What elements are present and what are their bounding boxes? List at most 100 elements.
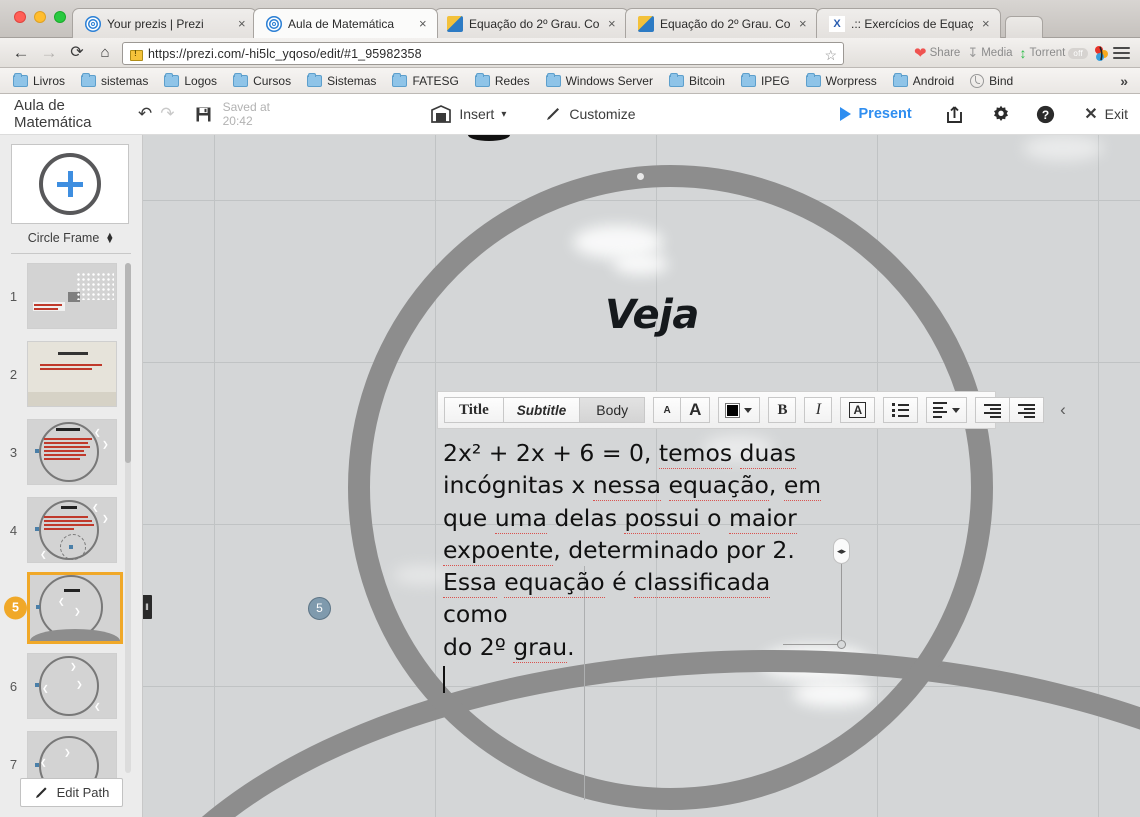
list-item[interactable]: 1	[0, 257, 143, 335]
share-extension[interactable]: ❤ Share	[912, 44, 962, 62]
home-icon[interactable]: ⌂	[94, 42, 116, 64]
close-icon[interactable]: ×	[982, 17, 990, 30]
settings-button[interactable]	[990, 100, 1012, 128]
frame-handle-dot[interactable]	[637, 173, 644, 180]
customize-menu-button[interactable]: Customize	[536, 105, 643, 123]
bookmarks-overflow-icon[interactable]: »	[1114, 73, 1134, 89]
address-bar[interactable]: https://prezi.com/-hi5lc_yqoso/edit/#1_9…	[122, 42, 844, 65]
new-tab-button[interactable]	[1005, 16, 1043, 38]
bookmark-ipeg[interactable]: IPEG	[734, 72, 797, 90]
text-frame-button[interactable]: A	[840, 397, 876, 423]
back-icon[interactable]: ←	[10, 42, 32, 64]
align-button[interactable]	[926, 397, 968, 423]
slide-thumbnail[interactable]	[27, 341, 117, 407]
bookmark-label: sistemas	[101, 73, 149, 88]
bookmark-sistemas[interactable]: sistemas	[74, 72, 155, 90]
collapse-toolbar-button[interactable]: ‹	[1052, 400, 1074, 420]
bookmark-label: Windows Server	[565, 73, 653, 88]
edit-path-button[interactable]: Edit Path	[19, 778, 124, 807]
close-window-button[interactable]	[14, 11, 26, 23]
exit-button[interactable]: ✕ Exit	[1076, 104, 1140, 124]
slides-list[interactable]: 1 2 3 ❮ ❯ 4 ❮ ❯ ❮ 5 ❮ ❯ 6 ❯ ❯ ❮ ❮ 7 ❯ ❮	[0, 257, 143, 787]
bookmark-label: Bitcoin	[688, 73, 725, 88]
list-item-active[interactable]: 5 ❮ ❯	[0, 569, 143, 647]
undo-button[interactable]: ↶	[134, 100, 156, 128]
maximize-window-button[interactable]	[54, 11, 66, 23]
slide-thumbnail[interactable]: ❯ ❯ ❮ ❮	[27, 653, 117, 719]
slide-title[interactable]: Veja	[605, 292, 699, 338]
colorful-extension-icon[interactable]	[1093, 45, 1110, 62]
anchor-dot[interactable]	[837, 640, 846, 649]
bookmark-redes[interactable]: Redes	[468, 72, 537, 90]
bullet-list-button[interactable]	[883, 397, 919, 423]
bookmark-star-icon[interactable]: ☆	[824, 47, 837, 64]
browser-tab-2[interactable]: Aula de Matemática ×	[253, 8, 438, 38]
indent-button[interactable]	[1009, 397, 1045, 423]
browser-tab-3[interactable]: Equação do 2º Grau. Com ×	[434, 8, 629, 38]
bold-italic-group: B	[768, 397, 797, 423]
slide-thumbnail[interactable]: ❮ ❯	[27, 572, 123, 644]
share-button[interactable]	[944, 100, 966, 128]
bookmark-sistemas-2[interactable]: Sistemas	[300, 72, 383, 90]
page-title[interactable]: Aula de Matemática	[14, 97, 112, 131]
plus-icon	[57, 171, 83, 197]
bookmark-livros[interactable]: Livros	[6, 72, 72, 90]
slide-number: 4	[9, 522, 18, 538]
slide-thumbnail[interactable]	[27, 263, 117, 329]
bookmark-windows-server[interactable]: Windows Server	[539, 72, 660, 90]
bookmark-logos[interactable]: Logos	[157, 72, 224, 90]
prezi-canvas[interactable]: Veja 5 ‖ ◂▸ Title Subtitle Body A A B I …	[143, 135, 1140, 817]
pencil-icon	[35, 787, 47, 798]
bookmark-bind[interactable]: Bind	[963, 72, 1020, 90]
close-icon[interactable]: ×	[608, 17, 616, 30]
chevron-down-icon	[952, 407, 961, 413]
warning-lock-icon	[129, 48, 143, 61]
list-item[interactable]: 2	[0, 335, 143, 413]
media-extension[interactable]: ↧ Media	[965, 45, 1014, 61]
italic-button[interactable]: I	[804, 397, 833, 423]
add-frame-button[interactable]	[11, 144, 129, 224]
browser-menu-icon[interactable]	[1113, 46, 1130, 60]
present-button[interactable]: Present	[832, 106, 920, 122]
redo-button[interactable]: ↷	[156, 100, 178, 128]
insert-menu-button[interactable]: Insert ▾	[422, 104, 514, 124]
close-icon[interactable]: ×	[419, 17, 427, 30]
bookmark-bitcoin[interactable]: Bitcoin	[662, 72, 732, 90]
bookmark-cursos[interactable]: Cursos	[226, 72, 298, 90]
browser-tab-4[interactable]: Equação do 2º Grau. Com ×	[625, 8, 820, 38]
torrent-extension[interactable]: ↕ Torrent off	[1018, 45, 1090, 61]
bookmark-android[interactable]: Android	[886, 72, 961, 90]
reload-icon[interactable]: ⟳	[66, 42, 88, 64]
minimize-window-button[interactable]	[34, 11, 46, 23]
slide-body-text[interactable]: 2x² + 2x + 6 = 0, temos duas incógnitas …	[443, 437, 838, 695]
style-body-button[interactable]: Body	[579, 397, 646, 423]
frame-type-selector[interactable]: Circle Frame ▲ ▼	[11, 231, 131, 246]
path-marker-5[interactable]: 5	[308, 597, 331, 620]
style-subtitle-button[interactable]: Subtitle	[502, 397, 581, 423]
close-icon[interactable]: ×	[799, 17, 807, 30]
close-icon: ✕	[1084, 106, 1098, 123]
font-increase-button[interactable]: A	[680, 397, 711, 423]
style-title-button[interactable]: Title	[444, 397, 504, 423]
indent-icon	[1018, 403, 1036, 418]
browser-tab-1[interactable]: Your prezis | Prezi ×	[72, 8, 257, 38]
forward-icon[interactable]: →	[38, 42, 60, 64]
close-icon[interactable]: ×	[238, 17, 246, 30]
help-button[interactable]: ?	[1034, 100, 1056, 128]
outdent-button[interactable]	[975, 397, 1011, 423]
list-item[interactable]: 6 ❯ ❯ ❮ ❮	[0, 647, 143, 725]
slide-thumbnail[interactable]: ❮ ❯ ❮	[27, 497, 117, 563]
collapse-sidebar-handle[interactable]: ‖	[143, 595, 152, 619]
slide-thumbnail[interactable]: ❮ ❯	[27, 419, 117, 485]
browser-tab-5[interactable]: X .:: Exercícios de Equações ×	[816, 8, 1001, 38]
text-color-button[interactable]	[718, 397, 761, 423]
list-item[interactable]: 3 ❮ ❯	[0, 413, 143, 491]
bookmark-fatesg[interactable]: FATESG	[385, 72, 465, 90]
save-button[interactable]	[192, 100, 214, 128]
url-text: https://prezi.com/-hi5lc_yqoso/edit/#1_9…	[148, 46, 422, 61]
font-decrease-button[interactable]: A	[653, 397, 682, 423]
bold-button[interactable]: B	[768, 397, 797, 423]
bookmark-worpress[interactable]: Worpress	[799, 72, 884, 90]
tabs-container: Your prezis | Prezi × Aula de Matemática…	[72, 6, 1043, 38]
list-item[interactable]: 4 ❮ ❯ ❮	[0, 491, 143, 569]
